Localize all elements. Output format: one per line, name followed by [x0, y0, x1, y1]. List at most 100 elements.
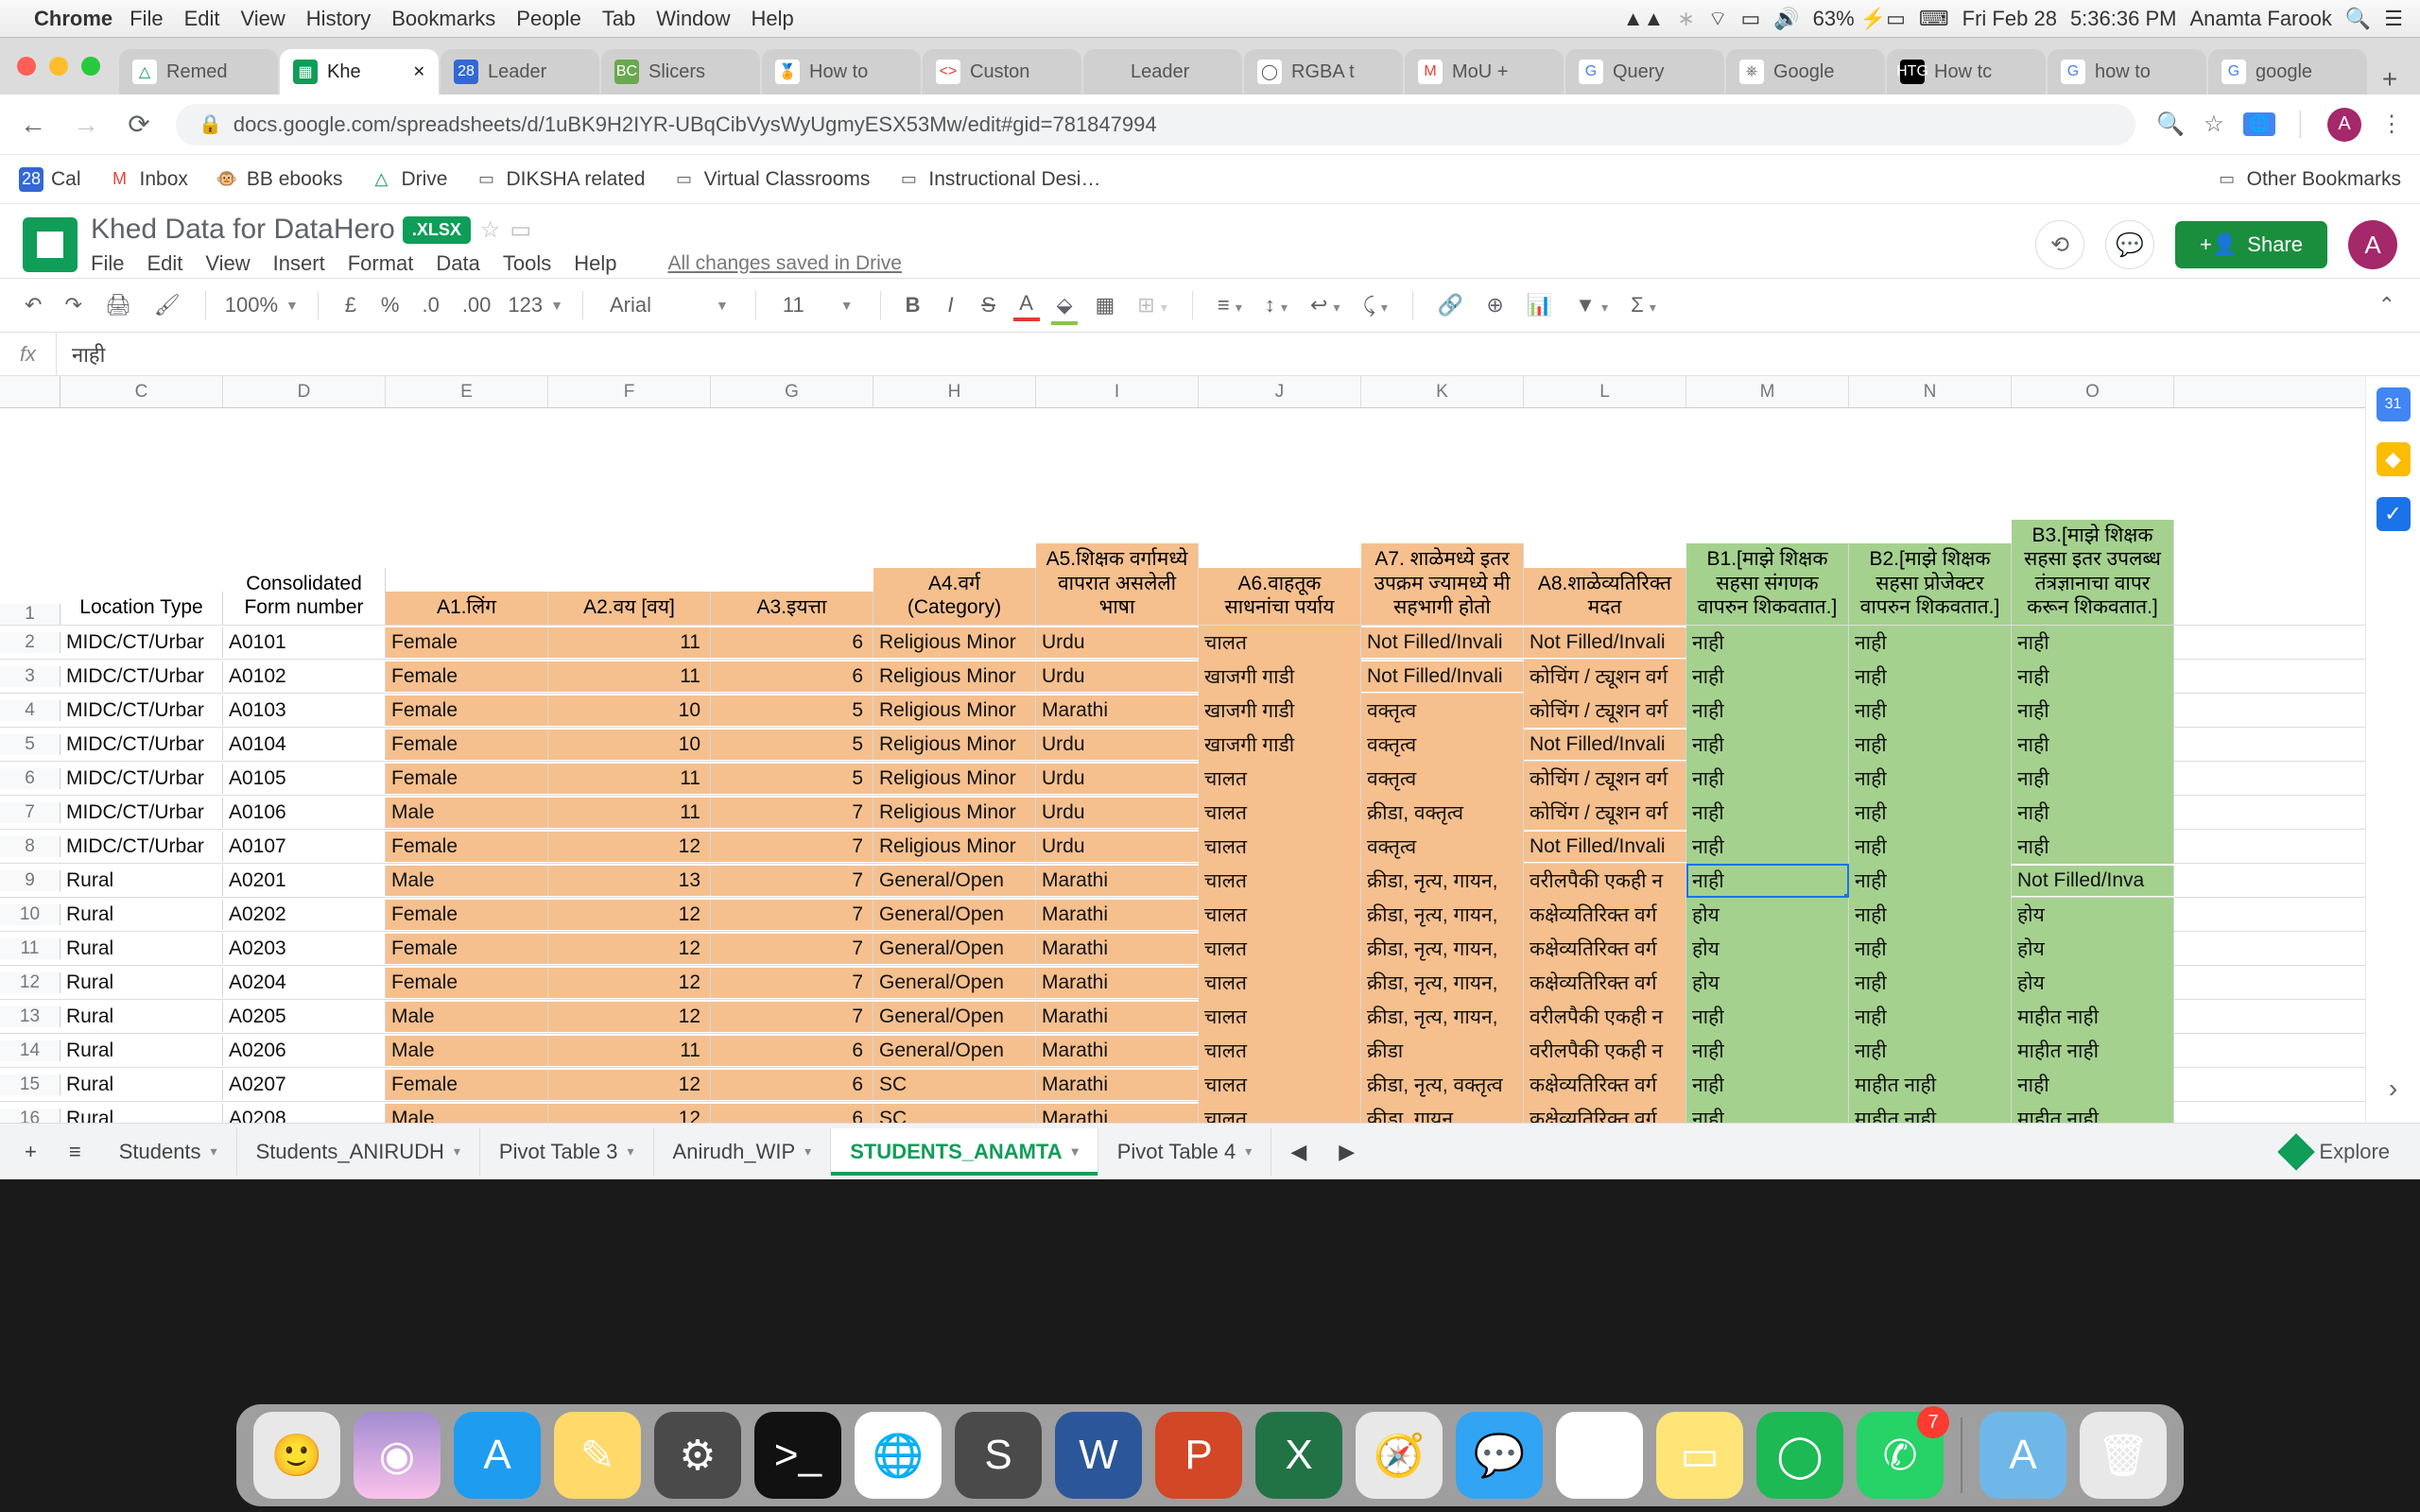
grid-cell[interactable]: Marathi	[1036, 866, 1199, 896]
grid-cell[interactable]: होय	[1686, 898, 1849, 932]
grid-cell[interactable]: नाही	[1686, 728, 1849, 762]
grid-cell[interactable]: Rural	[60, 1070, 223, 1100]
grid-cell[interactable]: Urdu	[1036, 798, 1199, 828]
grid-cell[interactable]: MIDC/CT/Urbar	[60, 730, 223, 760]
column-header[interactable]: G	[711, 376, 873, 407]
column-header[interactable]: M	[1686, 376, 1849, 407]
menubar-item-history[interactable]: History	[306, 7, 371, 30]
sheets-menu-data[interactable]: Data	[436, 251, 479, 275]
column-header[interactable]: K	[1361, 376, 1524, 407]
menubar-item-people[interactable]: People	[516, 7, 581, 30]
grid-cell[interactable]: नाही	[1849, 898, 2012, 932]
grid-cell[interactable]: 6	[711, 627, 873, 658]
sheet-tab[interactable]: Anirudh_WIP▾	[654, 1128, 832, 1176]
grid-cell[interactable]: General/Open	[873, 968, 1036, 998]
dock-app[interactable]: X	[1255, 1412, 1342, 1499]
wrap-button[interactable]: ↩ ▾	[1305, 289, 1346, 321]
dock-app[interactable]: 💬	[1456, 1412, 1543, 1499]
dock-app[interactable]: A	[454, 1412, 541, 1499]
row-header[interactable]: 1	[0, 604, 60, 625]
dock-app[interactable]: 🗑	[2080, 1412, 2167, 1499]
grid-cell[interactable]: कोचिंग / ट्यूशन वर्ग	[1524, 762, 1686, 796]
menubar-item-window[interactable]: Window	[656, 7, 730, 30]
grid-cell[interactable]: 6	[711, 662, 873, 692]
grid-cell[interactable]: क्रीडा, नृत्य, गायन,	[1361, 864, 1524, 898]
grid-cell[interactable]: कक्षेव्यतिरिक्त वर्ग	[1524, 898, 1686, 932]
grid-cell[interactable]: MIDC/CT/Urbar	[60, 832, 223, 862]
menubar-app[interactable]: Chrome	[34, 7, 112, 31]
grid-cell[interactable]: A0101	[223, 627, 386, 658]
browser-tab[interactable]: ⎈Google	[1726, 49, 1885, 94]
address-bar[interactable]: 🔒 docs.google.com/spreadsheets/d/1uBK9H2…	[176, 104, 2135, 146]
tab-close-icon[interactable]: ✕	[413, 62, 425, 81]
dock-app[interactable]: ✱	[1556, 1412, 1643, 1499]
sheet-tab-menu-icon[interactable]: ▾	[1072, 1143, 1079, 1160]
other-bookmarks[interactable]: ▭Other Bookmarks	[2215, 167, 2401, 192]
grid-cell[interactable]: नाही	[2012, 660, 2174, 694]
grid-cell[interactable]: Urdu	[1036, 832, 1199, 862]
grid-cell[interactable]: A0206	[223, 1036, 386, 1066]
back-button[interactable]: ←	[17, 110, 49, 140]
grid-cell[interactable]: Religious Minor	[873, 764, 1036, 794]
grid-cell[interactable]: नाही	[2012, 1068, 2174, 1102]
profile-avatar[interactable]: A	[2327, 108, 2361, 142]
grid-cell[interactable]: वक्तृत्व	[1361, 830, 1524, 864]
grid-cell[interactable]: Male	[386, 798, 548, 828]
number-format-select[interactable]: 123▼	[508, 293, 563, 318]
grid-cell[interactable]: क्रीडा, वक्तृत्व	[1361, 796, 1524, 830]
grid-cell[interactable]: वरीलपैकी एकही न	[1524, 1000, 1686, 1034]
undo-button[interactable]: ↶	[19, 289, 47, 321]
grid-cell[interactable]: चालत	[1199, 1102, 1361, 1124]
grid-cell[interactable]: General/Open	[873, 934, 1036, 964]
grid-cell[interactable]: Not Filled/Invali	[1361, 662, 1524, 692]
grid-cell[interactable]: खाजगी गाडी	[1199, 728, 1361, 762]
halign-button[interactable]: ≡ ▾	[1212, 289, 1248, 321]
column-header[interactable]: F	[548, 376, 711, 407]
grid-cell[interactable]: Urdu	[1036, 627, 1199, 658]
browser-tab[interactable]: <>Custon	[923, 49, 1081, 94]
row-header[interactable]: 14	[0, 1040, 60, 1061]
grid-cell[interactable]: Female	[386, 1070, 548, 1100]
grid-cell[interactable]: कोचिंग / ट्यूशन वर्ग	[1524, 796, 1686, 830]
header-cell[interactable]: A3.इयत्ता	[711, 592, 873, 625]
grid-cell[interactable]: नाही	[1686, 1068, 1849, 1102]
grid-cell[interactable]: नाही	[1686, 626, 1849, 660]
grid-cell[interactable]: Female	[386, 968, 548, 998]
grid-cell[interactable]: A0105	[223, 764, 386, 794]
scroll-tabs-left[interactable]: ◀	[1277, 1130, 1320, 1174]
volume-icon[interactable]: 🔊	[1773, 7, 1799, 31]
grid-cell[interactable]: Male	[386, 1104, 548, 1124]
redo-button[interactable]: ↷	[59, 289, 87, 321]
browser-tab[interactable]: Ghow to	[2048, 49, 2206, 94]
grid-cell[interactable]: नाही	[1849, 830, 2012, 864]
grid-cell[interactable]: 12	[548, 1002, 711, 1032]
sheet-tab-menu-icon[interactable]: ▾	[1245, 1143, 1252, 1160]
merge-button[interactable]: ⊞ ▾	[1132, 289, 1173, 321]
header-cell[interactable]: B2.[माझे शिक्षक सहसा प्रोजेक्टर वापरुन श…	[1849, 543, 2012, 625]
grid-cell[interactable]: क्रीडा, नृत्य, गायन,	[1361, 932, 1524, 966]
increase-decimal-button[interactable]: .00	[457, 289, 497, 321]
row-header[interactable]: 6	[0, 768, 60, 789]
column-header[interactable]: J	[1199, 376, 1361, 407]
grid-cell[interactable]: खाजगी गाडी	[1199, 660, 1361, 694]
row-header[interactable]: 16	[0, 1108, 60, 1124]
new-tab-button[interactable]: +	[2369, 64, 2411, 94]
input-source-icon[interactable]: ⌨	[1919, 7, 1949, 31]
grid-cell[interactable]: Urdu	[1036, 764, 1199, 794]
control-center-icon[interactable]: ☰	[2384, 7, 2403, 31]
header-cell[interactable]: A7. शाळेमध्ये इतर उपक्रम ज्यामध्ये मी सह…	[1361, 543, 1524, 625]
grid-cell[interactable]: होय	[2012, 932, 2174, 966]
grid-cell[interactable]: Marathi	[1036, 900, 1199, 930]
grid-cell[interactable]: Female	[386, 934, 548, 964]
reload-button[interactable]: ⟳	[123, 109, 155, 140]
grid-cell[interactable]: General/Open	[873, 1036, 1036, 1066]
grid-cell[interactable]: 12	[548, 934, 711, 964]
dock-app[interactable]: 🌐	[855, 1412, 942, 1499]
bookmark-item[interactable]: 28Cal	[19, 167, 81, 192]
keep-addon-icon[interactable]: ◆	[2377, 442, 2411, 476]
grid-cell[interactable]: कोचिंग / ट्यूशन वर्ग	[1524, 694, 1686, 728]
dock-app[interactable]: ✎	[554, 1412, 641, 1499]
find-in-page-icon[interactable]: 🔍	[2156, 111, 2185, 138]
grid-cell[interactable]: A0202	[223, 900, 386, 930]
grid-cell[interactable]: Rural	[60, 1036, 223, 1066]
